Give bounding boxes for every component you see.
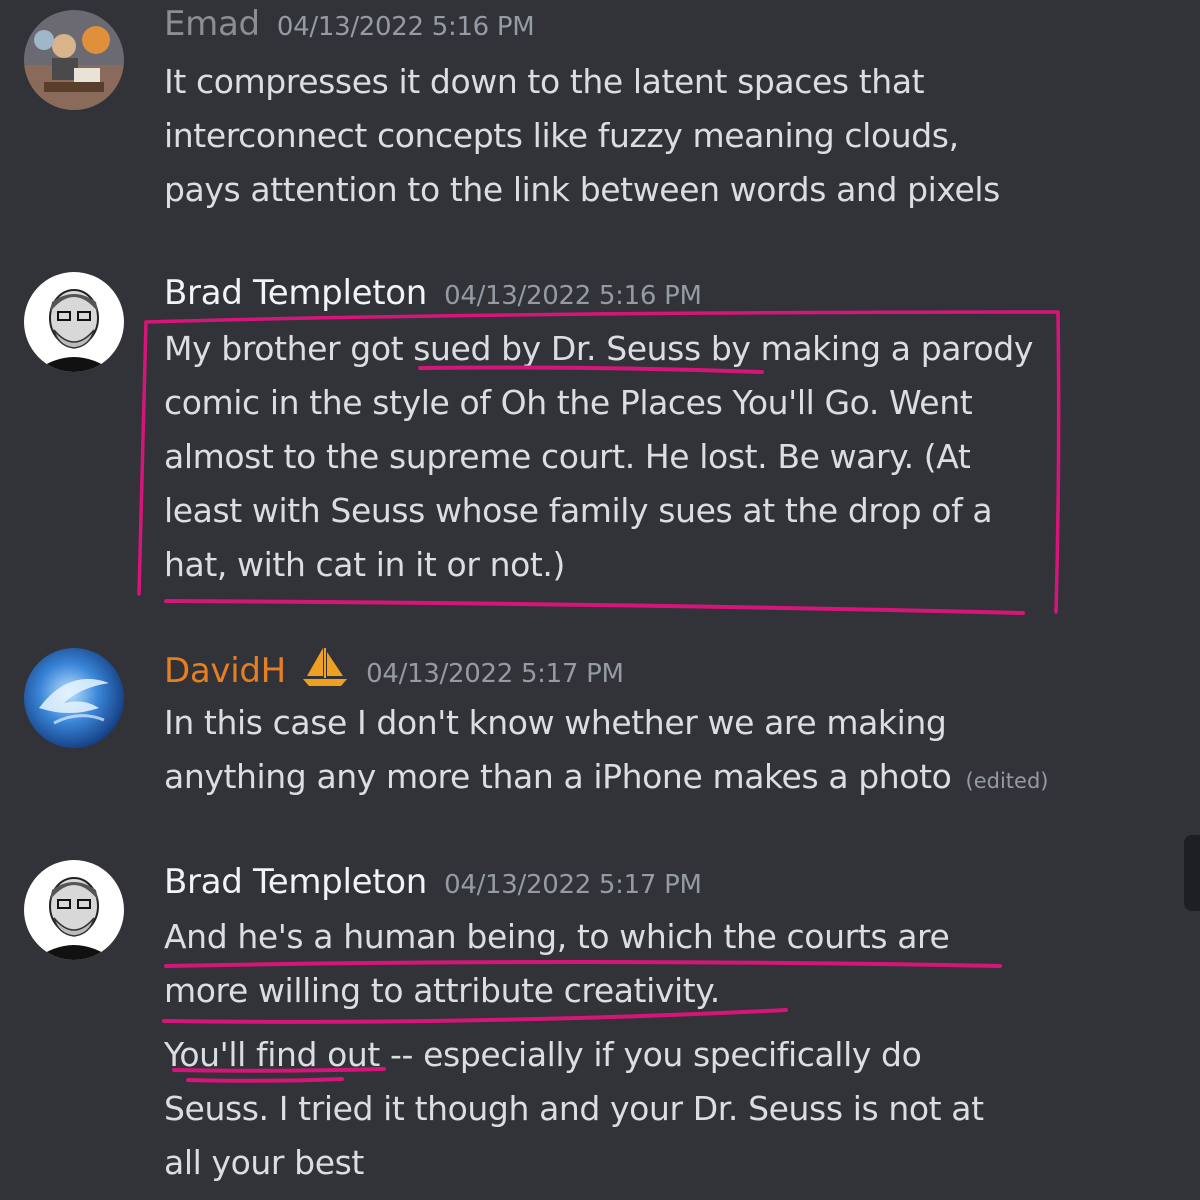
message-header: DavidH 04/13/2022 5:17 PM <box>164 646 624 692</box>
message-line: You'll find out -- especially if you spe… <box>164 1035 922 1074</box>
scrollbar-thumb[interactable] <box>1184 835 1200 911</box>
message-line: My brother got sued by Dr. Seuss by maki… <box>164 329 1033 368</box>
message-content: It compresses it down to the latent spac… <box>164 55 1054 217</box>
avatar-brad-templeton[interactable] <box>24 272 124 372</box>
message-line: pays attention to the link between words… <box>164 170 1000 209</box>
edited-label: (edited) <box>965 769 1049 793</box>
message-header: Brad Templeton 04/13/2022 5:17 PM <box>164 862 702 902</box>
message-line: It compresses it down to the latent spac… <box>164 62 925 101</box>
username[interactable]: DavidH <box>164 651 286 691</box>
message-line: comic in the style of Oh the Places You'… <box>164 383 973 422</box>
message-line: anything any more than a iPhone makes a … <box>164 750 1054 808</box>
message-line: interconnect concepts like fuzzy meaning… <box>164 116 959 155</box>
timestamp: 04/13/2022 5:17 PM <box>366 659 624 689</box>
message-line: least with Seuss whose family sues at th… <box>164 491 993 530</box>
chat-message-list: Emad 04/13/2022 5:16 PM It compresses it… <box>0 0 1200 1200</box>
message-content: My brother got sued by Dr. Seuss by maki… <box>164 322 1054 592</box>
username[interactable]: Brad Templeton <box>164 862 427 902</box>
message-header: Brad Templeton 04/13/2022 5:16 PM <box>164 273 702 313</box>
avatar-brad-templeton[interactable] <box>24 860 124 960</box>
annotation-box-left <box>137 320 148 596</box>
message-content: And he's a human being, to which the cou… <box>164 910 1054 1190</box>
avatar-davidh[interactable] <box>24 648 124 748</box>
annotation-underline <box>164 599 1025 615</box>
message-line: almost to the supreme court. He lost. Be… <box>164 437 971 476</box>
avatar-emad[interactable] <box>24 10 124 110</box>
timestamp: 04/13/2022 5:16 PM <box>444 281 702 311</box>
message-line: more willing to attribute creativity. <box>164 971 720 1010</box>
message-line-text: anything any more than a iPhone makes a … <box>164 757 952 796</box>
message-content: In this case I don't know whether we are… <box>164 696 1054 808</box>
timestamp: 04/13/2022 5:16 PM <box>276 12 535 42</box>
message-line: In this case I don't know whether we are… <box>164 703 947 742</box>
timestamp: 04/13/2022 5:17 PM <box>444 870 702 900</box>
sailboat-icon <box>301 646 349 692</box>
message-line: hat, with cat in it or not.) <box>164 545 565 584</box>
message-line: all your best <box>164 1143 364 1182</box>
username[interactable]: Brad Templeton <box>164 273 427 313</box>
message-line: Seuss. I tried it though and your Dr. Se… <box>164 1089 984 1128</box>
username[interactable]: Emad <box>164 4 260 44</box>
message-header: Emad 04/13/2022 5:16 PM <box>164 4 535 44</box>
message-line: And he's a human being, to which the cou… <box>164 917 950 956</box>
